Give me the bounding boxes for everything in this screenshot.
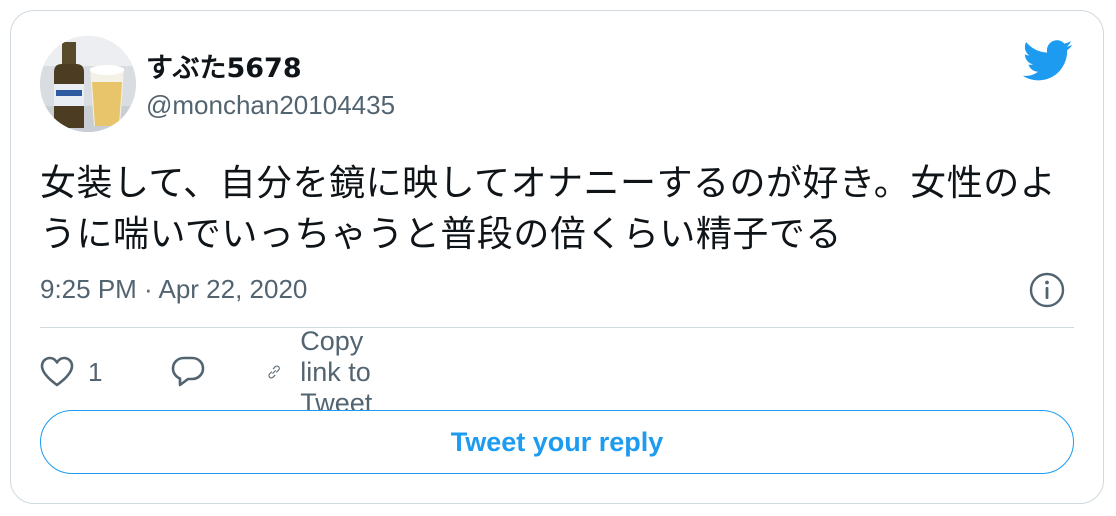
link-icon	[268, 365, 280, 379]
tweet-your-reply-button[interactable]: Tweet your reply	[40, 410, 1074, 474]
like-button[interactable]: 1	[40, 346, 102, 398]
author-handle[interactable]: @monchan20104435	[146, 90, 395, 121]
reply-button[interactable]	[170, 346, 206, 398]
author-name[interactable]: すぶた5678	[146, 46, 302, 85]
avatar[interactable]	[40, 36, 136, 132]
like-count: 1	[88, 356, 103, 387]
twitter-bird-icon[interactable]	[1022, 40, 1074, 82]
tweet-text: 女装して、自分を鏡に映してオナニーするのが好き。女性のように喘いでいっちゃうと普…	[40, 163, 1057, 255]
copy-link-label: Copy link to Tweet	[300, 325, 373, 418]
reply-bubble-icon	[171, 356, 205, 387]
info-icon[interactable]	[1028, 271, 1066, 309]
copy-link-button[interactable]: Copy link to Tweet	[266, 326, 394, 418]
tweet-timestamp[interactable]: 9:25 PM · Apr 22, 2020	[40, 274, 307, 305]
heart-icon	[40, 356, 74, 387]
divider	[40, 327, 1074, 328]
avatar-photo	[40, 36, 136, 132]
